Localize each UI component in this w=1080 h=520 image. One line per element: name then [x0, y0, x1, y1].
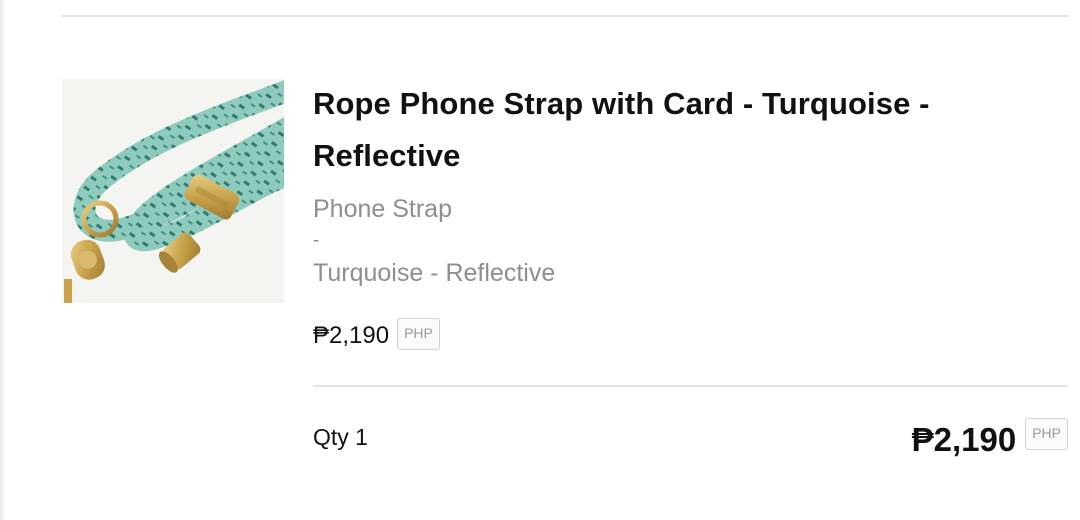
- variant-type: Phone Strap: [313, 195, 452, 223]
- unit-price-amount: ₱2,190: [313, 322, 390, 349]
- cart-line-item-view: Rope Phone Strap with Card - Turquoise -…: [0, 0, 1080, 520]
- product-image[interactable]: [62, 79, 284, 303]
- variant-separator: -: [313, 230, 320, 251]
- left-edge-shadow: [0, 0, 6, 520]
- unit-price: ₱2,190 PHP: [313, 318, 440, 352]
- line-divider: [313, 385, 1068, 387]
- total-currency-badge: PHP: [1025, 418, 1068, 450]
- line-total-price: ₱2,190 PHP: [912, 418, 1068, 462]
- product-variant: Phone Strap - Turquoise - Reflective: [313, 192, 913, 290]
- currency-badge: PHP: [397, 318, 440, 350]
- total-price-amount: ₱2,190: [911, 421, 1017, 458]
- variant-option: Turquoise - Reflective: [313, 259, 556, 287]
- rope-phone-strap-image: [62, 79, 284, 303]
- product-title[interactable]: Rope Phone Strap with Card - Turquoise -…: [313, 78, 1033, 182]
- quantity-label: Qty 1: [313, 424, 368, 450]
- top-divider: [62, 15, 1068, 17]
